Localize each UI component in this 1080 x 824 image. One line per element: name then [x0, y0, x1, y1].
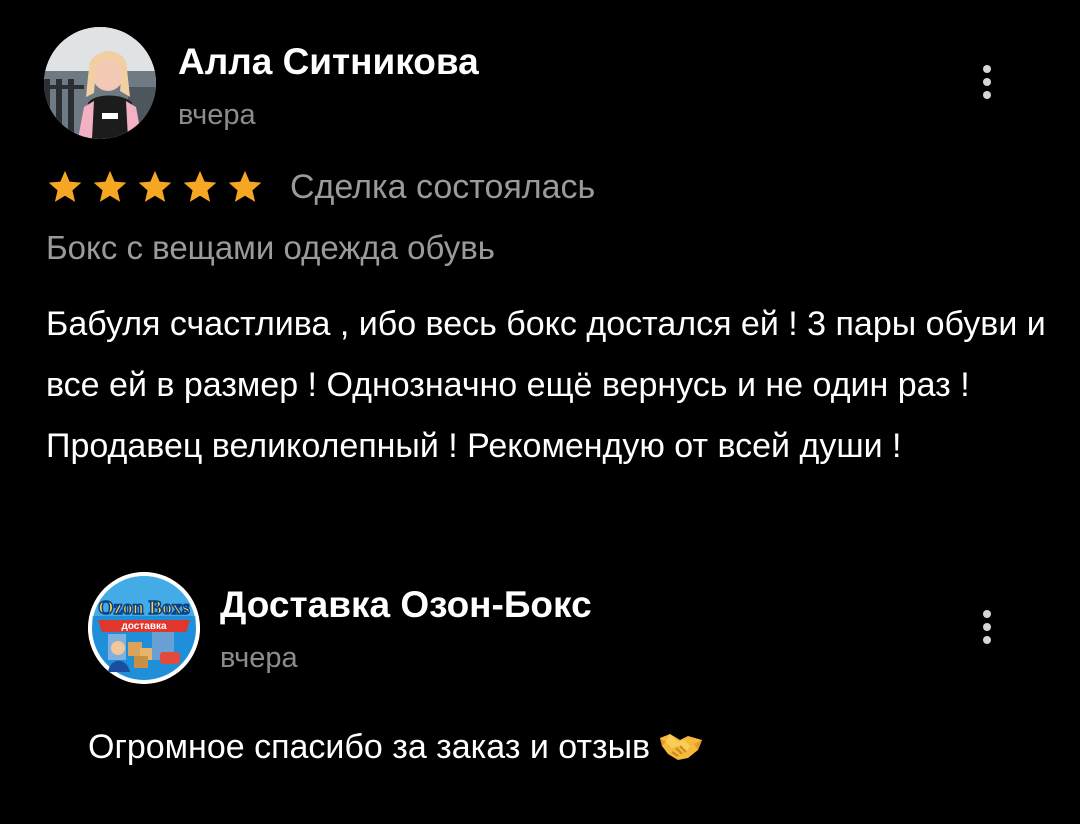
reply-text: Огромное спасибо за заказ и отзыв [88, 728, 651, 766]
star-icon [48, 170, 82, 202]
review-date: вчера [178, 99, 256, 131]
deal-status: Сделка состоялась [290, 168, 596, 206]
product-name[interactable]: Бокс с вещами одежда обувь [46, 226, 495, 270]
review-more-button[interactable] [967, 52, 1007, 112]
reply-author-name[interactable]: Доставка Озон-Бокс [220, 583, 592, 627]
star-icon [228, 170, 262, 202]
more-vertical-icon-dot [983, 636, 991, 644]
rating-row: Сделка состоялась [46, 164, 595, 210]
star-icon [93, 170, 127, 202]
more-vertical-icon [983, 65, 991, 73]
user-photo-icon [44, 27, 156, 139]
seller-avatar[interactable]: доставка Ozon Boxs [88, 572, 200, 684]
review-card: Алла Ситникова вчера Сделка состоялась Б… [0, 0, 1080, 545]
more-vertical-icon-dot [983, 78, 991, 86]
star-icon [183, 170, 217, 202]
shop-logo-icon: доставка Ozon Boxs [88, 572, 200, 684]
user-avatar[interactable] [44, 27, 156, 139]
reply-date: вчера [220, 642, 298, 674]
reply-text-row: Огромное спасибо за заказ и отзыв [88, 724, 704, 770]
rating-stars [46, 168, 264, 206]
more-vertical-icon-dot [983, 91, 991, 99]
star-icon [138, 170, 172, 202]
reply-more-button[interactable] [967, 597, 1007, 657]
more-vertical-icon [983, 610, 991, 618]
more-vertical-icon-dot [983, 623, 991, 631]
review-text: Бабуля счастлива , ибо весь бокс досталс… [46, 305, 1046, 465]
handshake-icon [660, 734, 703, 760]
shop-logo-main-text: Ozon Boxs [98, 597, 190, 619]
shop-logo-ribbon-text: доставка [121, 621, 166, 632]
review-author-name[interactable]: Алла Ситникова [178, 40, 479, 84]
